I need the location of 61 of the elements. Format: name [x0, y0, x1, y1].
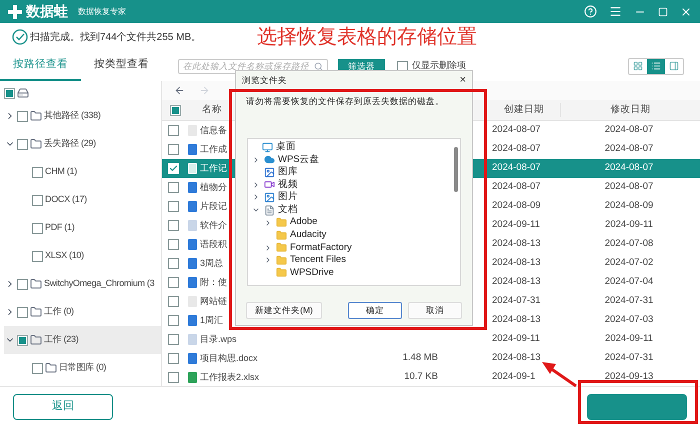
tree-label: PDF (1) — [45, 221, 74, 234]
created-date: 2024-08-13 — [492, 352, 541, 364]
file-name: 植物分 — [200, 180, 227, 194]
annotation-title: 选择恢复表格的存储位置 — [257, 25, 478, 50]
tree-label: 丢失路径 (29) — [44, 137, 96, 150]
dialog-title: 浏览文件夹 — [242, 74, 287, 86]
scan-status: 扫描完成。找到744个文件共255 MB。 — [30, 30, 202, 44]
created-date: 2024-08-13 — [492, 276, 541, 288]
file-name: 网站链 — [200, 294, 227, 308]
tree-label: 工作 (0) — [44, 305, 74, 318]
app-logo: 数据蛙 — [26, 2, 68, 21]
created-date: 2024-09-11 — [492, 219, 540, 230]
file-size: 1.48 MB — [402, 352, 438, 364]
created-date: 2024-08-13 — [492, 257, 541, 268]
created-date: 2024-08-07 — [492, 124, 541, 136]
file-name: 片段记 — [200, 200, 227, 213]
created-date: 2024-09-11 — [492, 333, 540, 344]
created-date: 2024-09-1 — [492, 371, 536, 382]
modified-date: 2024-07-02 — [604, 257, 654, 268]
file-name: 3周总 — [200, 256, 224, 270]
created-date: 2024-08-07 — [492, 162, 541, 174]
file-name: 工作报表2.xlsx — [200, 370, 260, 384]
tree-label: DOCX (17) — [45, 193, 87, 206]
created-date: 2024-08-13 — [492, 314, 541, 326]
file-name: 语段积 — [200, 238, 227, 251]
tree-label: 工作 (23) — [44, 333, 78, 346]
dialog-message: 请勿将需要恢复的文件保存到原丢失数据的磁盘。 — [245, 95, 445, 108]
modified-date: 2024-08-07 — [604, 162, 654, 174]
tree-label: SwitchyOmega_Chromium (3 — [44, 277, 154, 290]
tree-label: 其他路径 (338) — [44, 109, 101, 122]
file-name: 软件介 — [200, 218, 227, 232]
modified-date: 2024-07-31 — [604, 295, 654, 306]
created-date: 2024-07-31 — [492, 295, 541, 306]
modified-date: 2024-07-08 — [604, 238, 654, 250]
modified-date: 2024-09-11 — [605, 333, 653, 344]
modified-date: 2024-07-31 — [604, 352, 654, 364]
created-date: 2024-08-13 — [492, 238, 541, 250]
modified-date: 2024-09-11 — [605, 219, 653, 230]
modified-date: 2024-08-09 — [604, 200, 654, 212]
checkbox-label: 仅显示删除项 — [412, 59, 466, 72]
file-name: 工作成 — [200, 142, 227, 156]
modified-date: 2024-09-13 — [604, 371, 654, 382]
tree-label: CHM (1) — [45, 165, 77, 178]
file-name: 1周汇 — [200, 314, 224, 327]
modified-date: 2024-07-03 — [604, 314, 654, 326]
file-name: 目录.wps — [200, 332, 237, 346]
file-name: 附：使 — [200, 276, 227, 289]
file-size: 10.7 KB — [404, 371, 438, 382]
file-name: 信息备 — [200, 124, 227, 137]
tree-label: 日常图库 (0) — [59, 361, 106, 374]
modified-date: 2024-07-04 — [604, 276, 654, 288]
modified-date: 2024-08-07 — [604, 143, 654, 154]
created-date: 2024-08-07 — [492, 181, 541, 192]
modified-date: 2024-08-07 — [604, 181, 654, 192]
created-date: 2024-08-07 — [492, 143, 541, 154]
file-name: 项目构思.docx — [200, 352, 258, 365]
created-date: 2024-08-09 — [492, 200, 541, 212]
file-name: 工作记 — [200, 162, 227, 175]
app-subtitle: 数据恢复专家 — [78, 6, 126, 18]
modified-date: 2024-08-07 — [604, 124, 654, 136]
tree-label: XLSX (10) — [45, 249, 84, 262]
